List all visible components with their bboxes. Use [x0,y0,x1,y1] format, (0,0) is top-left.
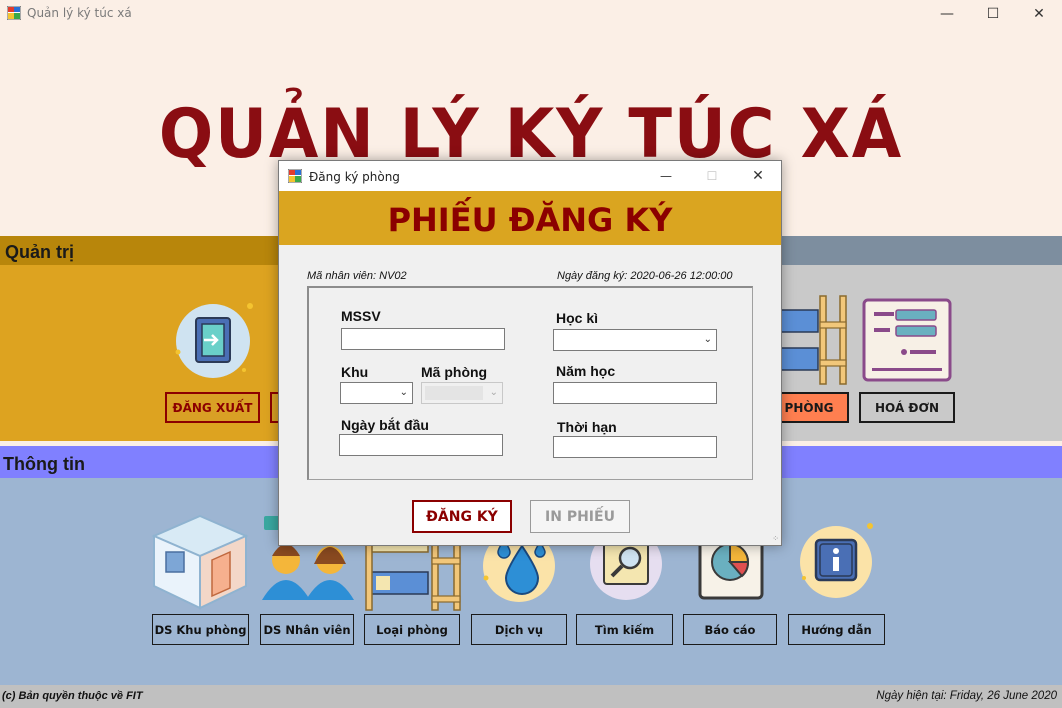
khu-select[interactable]: ⌄ [340,382,413,404]
khu-label: Khu [341,364,369,380]
ma-phong-label: Mã phòng [421,364,488,380]
chevron-down-icon: ⌄ [489,387,498,398]
thoi-han-label: Thời hạn [557,419,617,435]
huong-dan-button[interactable]: Hướng dẫn [788,614,885,645]
app-icon [7,6,21,20]
ngay-bat-dau-label: Ngày bắt đầu [341,417,429,433]
window-titlebar[interactable]: Quản lý ký túc xá — ☐ ✕ [0,0,1062,27]
logout-button[interactable]: ĐĂNG XUẤT [165,392,260,423]
ds-nhan-vien-button[interactable]: DS Nhân viên [260,614,354,645]
logout-icon[interactable] [172,300,254,382]
admin-section-label: Quản trị [5,242,75,262]
dialog-maximize-button[interactable]: ☐ [689,161,735,191]
tim-kiem-button[interactable]: Tìm kiếm [576,614,673,645]
hoc-ki-label: Học kì [556,310,599,326]
dialog-minimize-button[interactable]: — [643,161,689,191]
dialog-app-icon [288,169,302,183]
nam-hoc-label: Năm học [556,363,616,379]
maximize-button[interactable]: ☐ [970,0,1016,27]
ds-khu-phong-button[interactable]: DS Khu phòng [152,614,249,645]
mssv-input[interactable] [341,328,505,350]
invoice-icon[interactable] [862,298,952,382]
chevron-down-icon: ⌄ [399,387,408,398]
staff-id-text: Mã nhân viên: NV02 [307,270,407,282]
info-section-label: Thông tin [3,454,85,474]
loai-phong-button[interactable]: Loại phòng [364,614,460,645]
app-window: Quản lý ký túc xá — ☐ ✕ QUẢN LÝ KÝ TÚC X… [0,0,1062,708]
print-button[interactable]: IN PHIẾU [530,500,630,533]
resize-grip-icon[interactable]: ⁘ [772,534,779,543]
info-icon[interactable] [796,520,878,602]
building-icon[interactable] [150,514,250,610]
bao-cao-button[interactable]: Báo cáo [683,614,777,645]
close-button[interactable]: ✕ [1016,0,1062,27]
nam-hoc-input[interactable] [553,382,717,404]
ngay-bat-dau-input[interactable] [339,434,503,456]
current-date-text: Ngày hiện tại: Friday, 26 June 2020 [876,690,1057,702]
dialog-titlebar[interactable]: Đăng ký phòng — ☐ ✕ [279,161,781,191]
ma-phong-select[interactable]: ⌄ [421,382,503,404]
dialog-banner-title: PHIẾU ĐĂNG KÝ [387,201,673,239]
window-title: Quản lý ký túc xá [27,6,132,20]
invoice-button[interactable]: HOÁ ĐƠN [859,392,955,423]
dich-vu-button[interactable]: Dịch vụ [471,614,567,645]
thoi-han-input[interactable] [553,436,717,458]
dialog-close-button[interactable]: ✕ [735,161,781,191]
register-room-dialog: Đăng ký phòng — ☐ ✕ PHIẾU ĐĂNG KÝ Mã nhâ… [278,160,782,546]
registration-date-text: Ngày đăng ký: 2020-06-26 12:00:00 [557,270,733,282]
chevron-down-icon: ⌄ [703,334,712,345]
register-button[interactable]: ĐĂNG KÝ [412,500,512,533]
bunk-bed-icon[interactable] [778,292,850,388]
hoc-ki-select[interactable]: ⌄ [553,329,717,351]
minimize-button[interactable]: — [924,0,970,27]
status-bar: (c) Bản quyền thuộc về FIT Ngày hiện tại… [0,685,1062,708]
dialog-title: Đăng ký phòng [309,170,400,184]
mssv-label: MSSV [341,308,381,324]
copyright-text: (c) Bản quyền thuộc về FIT [2,690,143,702]
dialog-banner: PHIẾU ĐĂNG KÝ [279,191,781,245]
